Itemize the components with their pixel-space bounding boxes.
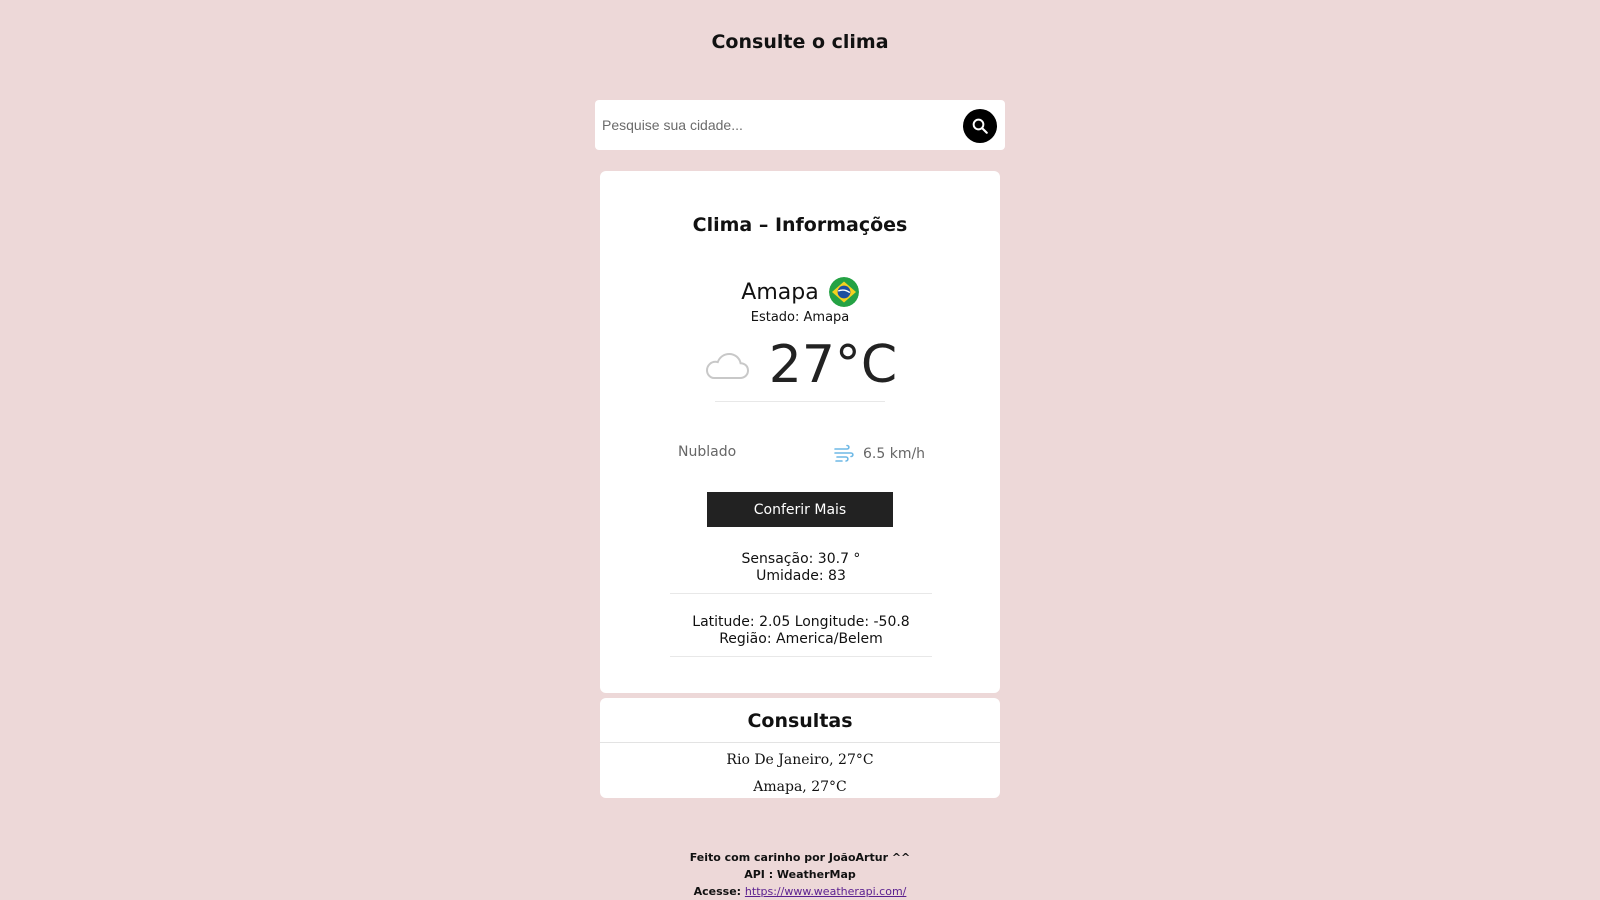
brazil-flag-icon bbox=[828, 277, 859, 307]
wind-speed: 6.5 km/h bbox=[863, 446, 926, 462]
city-search-input[interactable] bbox=[602, 110, 947, 140]
history-header: Consultas bbox=[600, 698, 1000, 743]
history-item[interactable]: Rio De Janeiro, 27°C bbox=[600, 751, 1000, 778]
more-info-button[interactable]: Conferir Mais bbox=[707, 492, 893, 527]
region-text: Região: America/Belem bbox=[719, 631, 883, 647]
history-list: Rio De Janeiro, 27°C Amapa, 27°C bbox=[600, 751, 1000, 798]
search-button[interactable] bbox=[963, 109, 997, 143]
footer-access-label: Acesse: bbox=[693, 885, 742, 898]
weather-card-title: Clima – Informações bbox=[692, 214, 908, 236]
humidity-text: Umidade: 83 bbox=[756, 568, 846, 584]
footer-access-line: Acesse: https://www.weatherapi.com/ bbox=[0, 883, 1600, 900]
wind-icon bbox=[833, 443, 855, 465]
search-box bbox=[595, 100, 1005, 150]
search-history-card: Consultas Rio De Janeiro, 27°C Amapa, 27… bbox=[600, 698, 1000, 798]
page-title: Consulte o clima bbox=[711, 31, 889, 53]
temperature-row: 27°C bbox=[600, 335, 1000, 395]
city-name: Amapa bbox=[741, 279, 819, 305]
history-item[interactable]: Amapa, 27°C bbox=[600, 778, 1000, 798]
temperature-divider bbox=[715, 401, 885, 402]
page-footer: Feito com carinho por JoãoArtur ^^ API :… bbox=[0, 849, 1600, 900]
history-title: Consultas bbox=[747, 710, 853, 732]
footer-credit: Feito com carinho por JoãoArtur ^^ bbox=[689, 851, 911, 864]
cloud-icon bbox=[703, 350, 751, 384]
state-value: Amapa bbox=[803, 310, 850, 325]
footer-api: API : WeatherMap bbox=[744, 868, 856, 881]
feels-like-text: Sensação: 30.7 ° bbox=[741, 551, 861, 567]
weather-info-card: Clima – Informações Amapa Estado: Amapa … bbox=[600, 171, 1000, 693]
weather-condition: Nublado bbox=[678, 444, 737, 460]
weatherapi-link[interactable]: https://www.weatherapi.com/ bbox=[745, 885, 906, 898]
city-row: Amapa bbox=[600, 277, 1000, 307]
state-label: Estado: bbox=[750, 310, 800, 325]
temperature-value: 27°C bbox=[768, 335, 898, 395]
weather-details-primary: Sensação: 30.7 ° Umidade: 83 bbox=[670, 551, 932, 594]
state-line: Estado: Amapa bbox=[600, 310, 1000, 325]
weather-details-location: Latitude: 2.05 Longitude: -50.8 Região: … bbox=[670, 614, 932, 657]
coordinates-text: Latitude: 2.05 Longitude: -50.8 bbox=[692, 614, 910, 630]
search-icon bbox=[972, 118, 988, 134]
wind-row: 6.5 km/h bbox=[833, 443, 925, 465]
